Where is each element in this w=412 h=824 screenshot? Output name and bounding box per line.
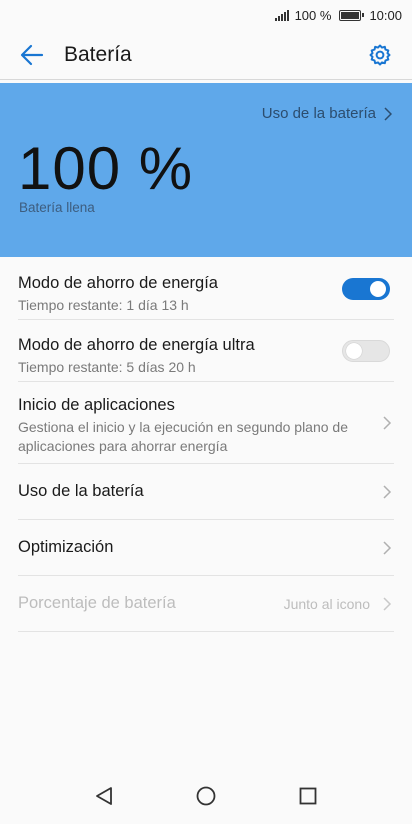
battery-icon xyxy=(339,9,365,21)
row-value: Junto al icono xyxy=(283,595,370,612)
signal-icon xyxy=(274,9,289,21)
row-title: Uso de la batería xyxy=(18,482,144,500)
battery-usage-link-label: Uso de la batería xyxy=(261,105,376,122)
power-saving-toggle[interactable] xyxy=(342,277,390,300)
battery-percent-text: 100 % xyxy=(294,7,332,23)
chevron-right-icon xyxy=(383,596,392,611)
chevron-right-icon xyxy=(383,415,392,430)
chevron-right-icon xyxy=(383,484,392,499)
clock: 10:00 xyxy=(369,7,402,23)
battery-settings-screen: 100 % 10:00 Batería Uso de la batería 10… xyxy=(0,0,412,824)
row-title: Modo de ahorro de energía ultra xyxy=(18,336,255,354)
nav-back-button[interactable] xyxy=(89,781,119,811)
battery-percentage-row: Porcentaje de batería Junto al icono xyxy=(18,576,394,632)
battery-status-text: Batería llena xyxy=(19,200,95,215)
row-title: Inicio de aplicaciones xyxy=(18,396,175,414)
row-subtitle: Gestiona el inicio y la ejecución en seg… xyxy=(18,419,349,454)
optimization-row[interactable]: Optimización xyxy=(18,520,394,576)
ultra-power-saving-toggle[interactable] xyxy=(342,339,390,362)
power-saving-mode-row[interactable]: Modo de ahorro de energía Tiempo restant… xyxy=(18,258,394,320)
row-title: Optimización xyxy=(18,538,114,556)
triangle-back-icon xyxy=(96,787,112,805)
settings-list: Modo de ahorro de energía Tiempo restant… xyxy=(18,258,394,632)
row-subtitle: Tiempo restante: 1 día 13 h xyxy=(18,297,189,313)
status-bar: 100 % 10:00 xyxy=(0,0,412,30)
battery-percent-large: 100 % xyxy=(18,135,194,202)
battery-usage-row[interactable]: Uso de la batería xyxy=(18,464,394,520)
nav-recents-button[interactable] xyxy=(293,781,323,811)
battery-hero-panel: Uso de la batería 100 % Batería llena xyxy=(0,83,412,257)
app-bar: Batería xyxy=(0,30,412,80)
square-recents-icon xyxy=(299,787,317,805)
circle-home-icon xyxy=(196,786,216,806)
row-subtitle: Tiempo restante: 5 días 20 h xyxy=(18,359,196,375)
nav-home-button[interactable] xyxy=(191,781,221,811)
ultra-power-saving-mode-row[interactable]: Modo de ahorro de energía ultra Tiempo r… xyxy=(18,320,394,382)
system-nav-bar xyxy=(0,768,412,824)
page-title: Batería xyxy=(64,42,132,66)
app-launch-row[interactable]: Inicio de aplicaciones Gestiona el inici… xyxy=(18,382,394,464)
gear-icon xyxy=(369,44,391,66)
settings-button[interactable] xyxy=(366,41,394,69)
back-button[interactable] xyxy=(18,41,46,69)
chevron-right-icon xyxy=(384,106,392,121)
battery-usage-link[interactable]: Uso de la batería xyxy=(262,105,392,122)
row-title: Modo de ahorro de energía xyxy=(18,274,218,292)
arrow-left-icon xyxy=(20,44,44,65)
chevron-right-icon xyxy=(383,540,392,555)
